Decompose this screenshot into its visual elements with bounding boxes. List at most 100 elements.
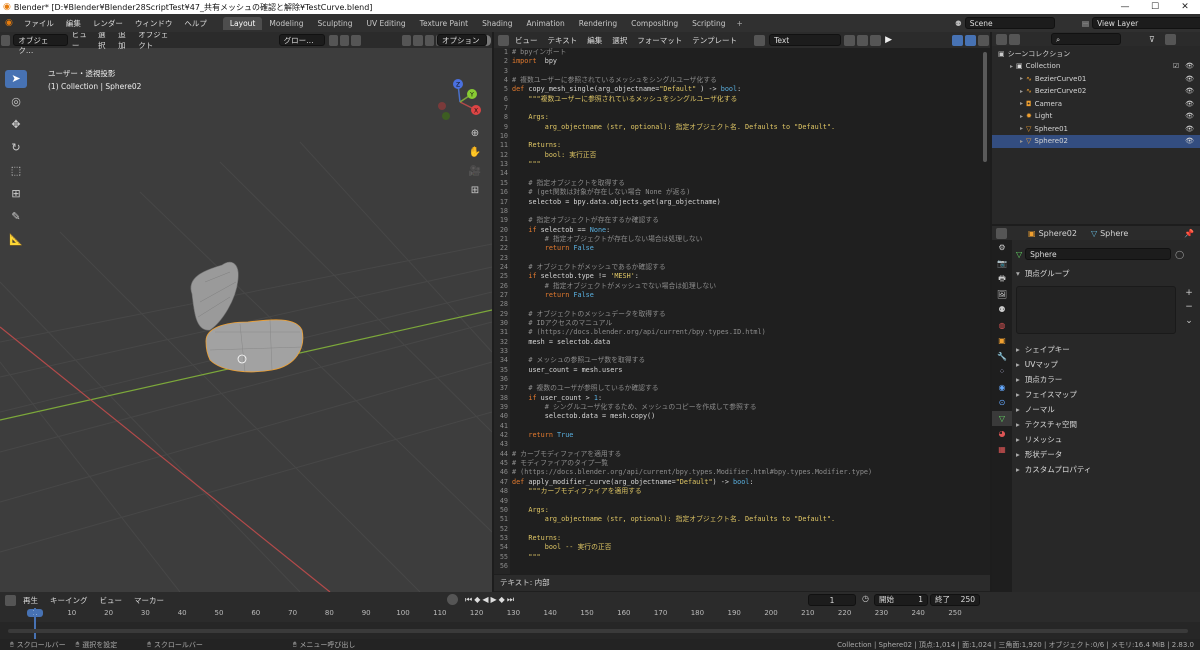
code-line[interactable]: # (https://docs.blender.org/api/current/… — [512, 328, 982, 337]
code-line[interactable] — [512, 347, 982, 356]
outliner-item[interactable]: ▸ ∿ BezierCurve01 👁 — [992, 73, 1200, 86]
properties-editor[interactable]: ▣ Sphere02 ▽ Sphere 📌 ⚙ 📷 🖶 🖼 ⚉ ◍ ▣ 🔧 ⁘ … — [992, 226, 1200, 592]
texture-tab-icon[interactable]: ▦ — [992, 442, 1012, 458]
gizmo-icon[interactable] — [413, 34, 423, 46]
data-tab-icon[interactable]: ▽ — [992, 410, 1012, 426]
workspace-tab[interactable]: Modeling — [262, 17, 310, 30]
visibility-icon[interactable] — [401, 34, 412, 46]
3d-viewport[interactable]: オブジェク… ビュー 選択 追加 オブジェクト グロー… オプション ユーザー・透視投… — [0, 32, 492, 592]
text-menu-item[interactable]: テンプレート — [687, 35, 742, 46]
code-line[interactable]: arg_objectname (str, optional): 指定オブジェクト… — [512, 515, 982, 524]
editor-type-icon[interactable] — [498, 34, 509, 46]
outliner[interactable]: ⌕ ⊽ ▣ シーンコレクション ▸ ▣ Collection ☑ 👁 ▸ ∿ BezierCu… — [992, 32, 1200, 224]
move-tool-icon[interactable]: ✥ — [5, 116, 27, 134]
playhead[interactable] — [34, 608, 36, 639]
scene-selector[interactable]: ⚉ Scene — [955, 17, 1055, 29]
menu-item[interactable]: ウィンドウ — [129, 18, 179, 29]
code-area[interactable]: # bpyインポート import bpy # 複数ユーザーに参照されているメッシュ… — [512, 48, 982, 574]
ortho-grid-icon[interactable]: ⊞ — [467, 181, 483, 200]
frame-ruler[interactable]: 1102030405060708090100110120130140150160… — [0, 609, 1200, 621]
code-line[interactable]: bool: 実行正否 — [512, 151, 982, 160]
view-layer-field[interactable]: View Layer — [1092, 17, 1200, 29]
sphere02-mesh[interactable] — [205, 319, 304, 373]
modifier-tab-icon[interactable]: 🔧 — [992, 349, 1012, 365]
outliner-item[interactable]: ▸ ◘ Camera 👁 — [992, 98, 1200, 111]
code-line[interactable]: # 複数ユーザーに参照されているメッシュをシングルユーザ化する — [512, 76, 982, 85]
pivot-icon[interactable] — [328, 34, 338, 46]
expand-arrow-icon[interactable]: ▸ — [1020, 138, 1023, 145]
new-collection-icon[interactable] — [1164, 33, 1176, 45]
transform-tool-icon[interactable]: ⊞ — [5, 185, 27, 203]
scrollbar-thumb[interactable] — [983, 52, 987, 162]
timeline-menu-item[interactable]: 再生 — [17, 595, 44, 606]
code-line[interactable]: user_count = mesh.users — [512, 366, 982, 375]
overlay-icon[interactable] — [424, 34, 434, 46]
code-line[interactable] — [512, 104, 982, 113]
add-vertex-group-button[interactable]: + — [1182, 286, 1196, 300]
minimize-button[interactable]: — — [1110, 0, 1140, 14]
code-line[interactable]: return False — [512, 244, 982, 253]
exclude-checkbox-icon[interactable]: ☑ — [1173, 62, 1179, 70]
constraints-tab-icon[interactable]: ⊙ — [992, 395, 1012, 411]
expand-arrow-icon[interactable]: ▸ — [1010, 63, 1013, 70]
code-line[interactable] — [512, 440, 982, 449]
display-mode-icon[interactable] — [1009, 33, 1020, 45]
code-line[interactable]: # 指定オブジェクトを取得する — [512, 179, 982, 188]
text-menu-item[interactable]: ビュー — [510, 35, 543, 46]
cursor-tool-icon[interactable]: ◎ — [5, 93, 27, 111]
fake-user-icon[interactable]: ◯ — [1175, 250, 1184, 259]
expand-arrow-icon[interactable]: ▸ — [1020, 113, 1023, 120]
view-layer-tab-icon[interactable]: 🖼 — [992, 287, 1012, 303]
code-line[interactable] — [512, 169, 982, 178]
code-line[interactable]: # カーブモディファイアを適用する — [512, 450, 982, 459]
property-panel-header[interactable]: ▾ 頂点グループ — [1016, 268, 1069, 279]
code-line[interactable]: # オブジェクトがメッシュであるか確認する — [512, 263, 982, 272]
scene-field[interactable]: Scene — [964, 17, 1055, 29]
property-panel-header[interactable]: ▸ カスタムプロパティ — [1016, 464, 1091, 475]
blender-menu-icon[interactable]: ◉ — [0, 18, 18, 28]
code-line[interactable] — [512, 525, 982, 534]
property-panel-header[interactable]: ▸ テクスチャ空間 — [1016, 419, 1077, 430]
code-line[interactable] — [512, 562, 982, 571]
visibility-eye-icon[interactable]: 👁 — [1185, 75, 1194, 83]
code-line[interactable]: Args: — [512, 113, 982, 122]
code-line[interactable]: arg_objectname (str, optional): 指定オブジェクト… — [512, 123, 982, 132]
select-tool-icon[interactable]: ➤ — [5, 70, 27, 88]
measure-tool-icon[interactable]: 📐 — [5, 231, 27, 249]
code-line[interactable] — [512, 375, 982, 384]
code-line[interactable]: """ — [512, 553, 982, 562]
unlink-text-icon[interactable] — [870, 34, 882, 46]
rotate-tool-icon[interactable]: ↻ — [5, 139, 27, 157]
property-panel-header[interactable]: ▸ 形状データ — [1016, 449, 1062, 460]
code-line[interactable]: """複数ユーザーに参照されているメッシュをシングルユーザ化する — [512, 95, 982, 104]
code-line[interactable] — [512, 300, 982, 309]
maximize-button[interactable]: ☐ — [1140, 0, 1170, 14]
text-menu-item[interactable]: 編集 — [582, 35, 607, 46]
viewport-menu-item[interactable]: ビュー — [68, 32, 94, 51]
scale-tool-icon[interactable]: ⬚ — [5, 162, 27, 180]
code-line[interactable]: # (https://docs.blender.org/api/current/… — [512, 468, 982, 477]
editor-type-icon[interactable] — [996, 227, 1007, 239]
workspace-tab[interactable]: Compositing — [624, 17, 685, 30]
menu-item[interactable]: ファイル — [18, 18, 60, 29]
workspace-tab[interactable]: Scripting — [685, 17, 732, 30]
code-line[interactable]: """ — [512, 160, 982, 169]
code-line[interactable]: # オブジェクトのメッシュデータを取得する — [512, 310, 982, 319]
play-icon[interactable]: ▶ — [491, 595, 497, 604]
code-line[interactable]: def copy_mesh_single(arg_objectname="Def… — [512, 85, 982, 94]
line-numbers-icon[interactable] — [951, 34, 963, 46]
code-line[interactable]: def apply_modifier_curve(arg_objectname=… — [512, 478, 982, 487]
timeline-track[interactable] — [0, 608, 1200, 639]
code-line[interactable] — [512, 254, 982, 263]
output-tab-icon[interactable]: 🖶 — [992, 271, 1012, 287]
code-line[interactable] — [512, 207, 982, 216]
timeline[interactable]: 再生 キーイング ビュー マーカー ⏮ ◆ ◀ ▶ ◆ ⏭ 1 ◷ 開始 1 終了 2… — [0, 592, 1200, 639]
visibility-eye-icon[interactable]: 👁 — [1185, 62, 1194, 70]
expand-arrow-icon[interactable]: ▸ — [1020, 88, 1023, 95]
code-line[interactable]: selectob.data = mesh.copy() — [512, 412, 982, 421]
code-line[interactable]: if selectob == None: — [512, 226, 982, 235]
property-panel-header[interactable]: ▸ リメッシュ — [1016, 434, 1062, 445]
close-button[interactable]: ✕ — [1170, 0, 1200, 14]
record-icon[interactable] — [447, 594, 458, 605]
code-line[interactable]: Returns: — [512, 534, 982, 543]
